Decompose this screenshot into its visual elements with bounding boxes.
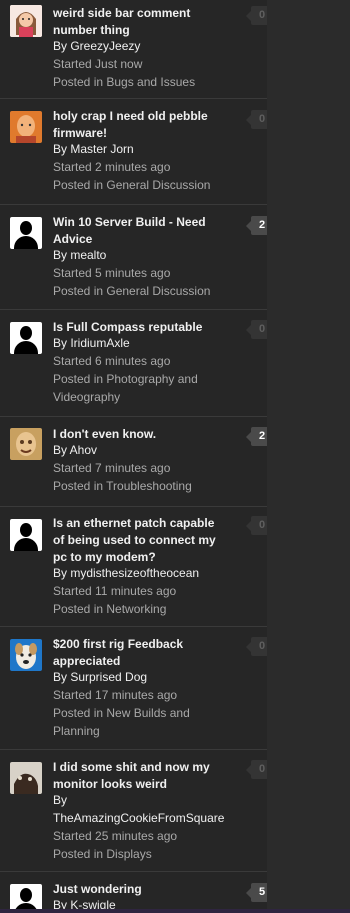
topic-author[interactable]: By Master Jorn	[53, 140, 233, 158]
bottom-strip	[0, 909, 350, 913]
default-avatar-icon[interactable]	[10, 519, 42, 551]
reply-count-badge: 0	[246, 516, 267, 535]
reply-count-badge: 2	[246, 216, 267, 235]
topic-forum[interactable]: Posted in Troubleshooting	[53, 477, 233, 495]
topic-item[interactable]: Win 10 Server Build - Need Advice By mea…	[0, 205, 267, 310]
topic-title[interactable]: weird side bar comment number thing	[53, 5, 229, 39]
reply-count-badge: 5	[246, 883, 267, 902]
reply-count-badge: 0	[246, 320, 267, 339]
topic-title[interactable]: Is an ethernet patch capable of being us…	[53, 515, 229, 566]
topic-forum[interactable]: Posted in New Builds and Planning	[53, 704, 233, 740]
topic-item[interactable]: weird side bar comment number thing By G…	[0, 0, 267, 99]
topic-title[interactable]: holy crap I need old pebble firmware!	[53, 108, 229, 142]
reply-count-badge: 0	[246, 637, 267, 656]
topic-started: Started 11 minutes ago	[53, 584, 177, 598]
topic-forum[interactable]: Posted in General Discussion	[53, 282, 233, 300]
topic-author[interactable]: By Ahov	[53, 441, 233, 459]
topic-forum[interactable]: Posted in Networking	[53, 600, 233, 618]
topic-item[interactable]: Is an ethernet patch capable of being us…	[0, 507, 267, 627]
topic-item[interactable]: I did some shit and now my monitor looks…	[0, 750, 267, 872]
default-avatar-icon[interactable]	[10, 322, 42, 354]
topic-started: Started Just now	[53, 57, 143, 71]
topic-author[interactable]: By mealto	[53, 246, 233, 264]
topic-author[interactable]: By TheAmazingCookieFromSquare	[53, 791, 233, 827]
topic-item[interactable]: I don't even know. By Ahov Started 7 min…	[0, 417, 267, 507]
reply-count-badge: 0	[246, 110, 267, 129]
topic-author[interactable]: By Surprised Dog	[53, 668, 233, 686]
custom-avatar-cartoon-girl-icon[interactable]	[10, 5, 42, 37]
topic-item[interactable]: Is Full Compass reputable By IridiumAxle…	[0, 310, 267, 417]
topic-author[interactable]: By IridiumAxle	[53, 334, 233, 352]
topic-forum[interactable]: Posted in Bugs and Issues	[53, 73, 233, 91]
topic-started: Started 25 minutes ago	[53, 829, 178, 843]
topic-item[interactable]: $200 first rig Feedback appreciated By S…	[0, 627, 267, 750]
topic-forum[interactable]: Posted in General Discussion	[53, 176, 233, 194]
topic-started: Started 17 minutes ago	[53, 688, 178, 702]
topic-title[interactable]: $200 first rig Feedback appreciated	[53, 636, 229, 670]
right-gutter	[267, 0, 350, 913]
reply-count-badge: 0	[246, 760, 267, 779]
topic-started: Started 5 minutes ago	[53, 266, 171, 280]
topic-author[interactable]: By GreezyJeezy	[53, 37, 233, 55]
custom-avatar-photo-icon[interactable]	[10, 428, 42, 460]
topic-forum[interactable]: Posted in Displays	[53, 845, 233, 863]
custom-avatar-dog-icon[interactable]	[10, 639, 42, 671]
topic-author[interactable]: By mydisthesizeoftheocean	[53, 564, 233, 582]
topic-forum[interactable]: Posted in Photography and Videography	[53, 370, 233, 406]
reply-count-badge: 0	[246, 6, 267, 25]
topic-started: Started 7 minutes ago	[53, 461, 171, 475]
topic-item[interactable]: holy crap I need old pebble firmware! By…	[0, 99, 267, 205]
topic-started: Started 2 minutes ago	[53, 160, 171, 174]
custom-avatar-cookie-icon[interactable]	[10, 762, 42, 794]
topic-item[interactable]: Just wondering By K-swigle 5	[0, 872, 267, 913]
reply-count-badge: 2	[246, 427, 267, 446]
activity-feed: weird side bar comment number thing By G…	[0, 0, 267, 913]
topic-title[interactable]: I did some shit and now my monitor looks…	[53, 759, 229, 793]
default-avatar-icon[interactable]	[10, 217, 42, 249]
topic-title[interactable]: Win 10 Server Build - Need Advice	[53, 214, 229, 248]
topic-started: Started 6 minutes ago	[53, 354, 171, 368]
custom-avatar-bald-man-icon[interactable]	[10, 111, 42, 143]
